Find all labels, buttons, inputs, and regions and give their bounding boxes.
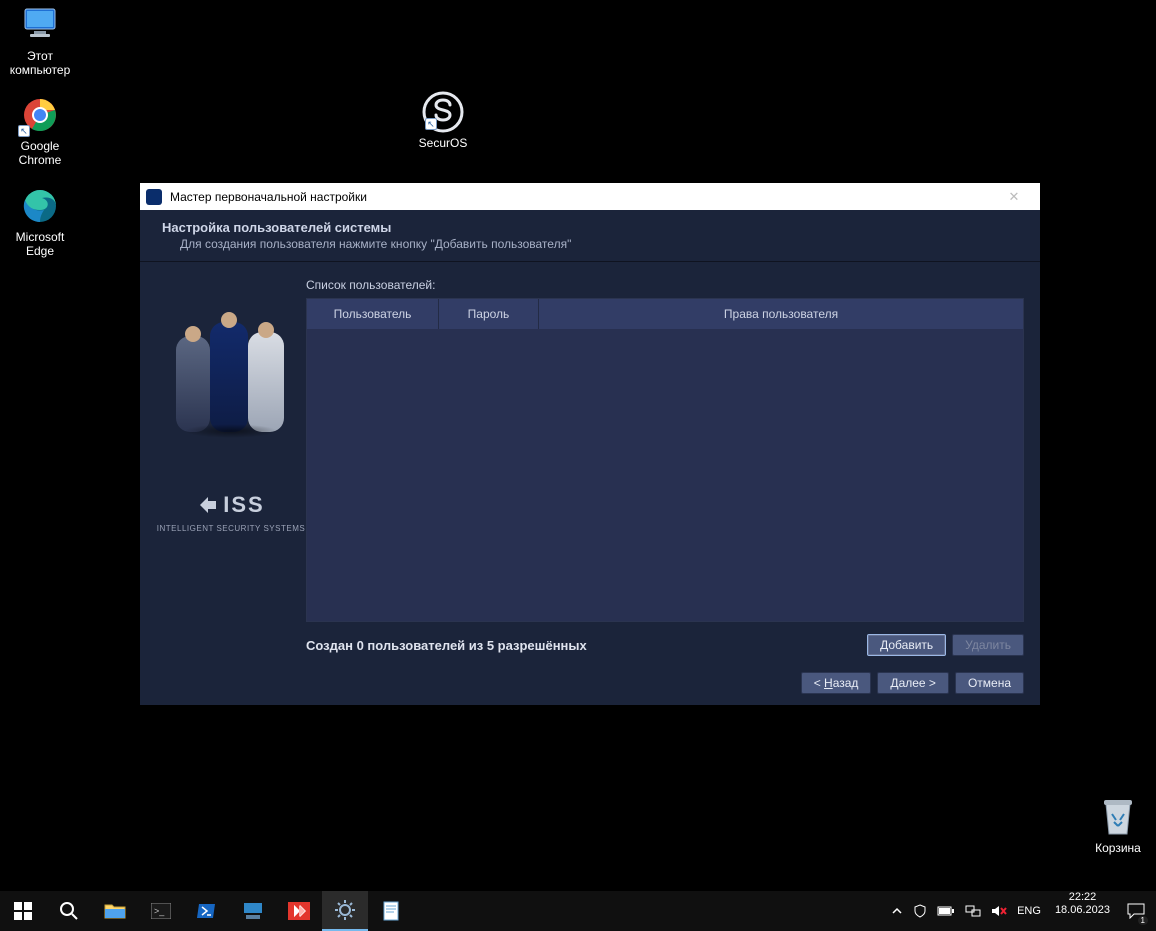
taskbar-app-powershell[interactable]	[184, 891, 230, 931]
button-label: Удалить	[965, 638, 1011, 652]
clock-time: 22:22	[1055, 891, 1110, 904]
taskbar-clock[interactable]: 22:22 18.06.2023	[1049, 891, 1116, 931]
taskbar: >_	[0, 891, 1156, 931]
search-button[interactable]	[46, 891, 92, 931]
action-center-button[interactable]: 1	[1116, 891, 1156, 931]
tray-language-indicator[interactable]: ENG	[1017, 905, 1041, 917]
recycle-bin-icon	[1096, 795, 1140, 839]
back-button[interactable]: < Назад	[801, 672, 872, 694]
desktop-icon-label: Google Chrome	[2, 139, 78, 167]
tray-network-icon[interactable]	[965, 904, 981, 918]
button-label: Добавить	[880, 638, 933, 652]
window-title: Мастер первоначальной настройки	[170, 190, 994, 204]
brand-text: ISS	[223, 492, 264, 518]
search-icon	[59, 901, 79, 921]
start-button[interactable]	[0, 891, 46, 931]
tray-security-icon[interactable]	[913, 904, 927, 918]
desktop-icon-label: Microsoft Edge	[2, 230, 78, 258]
user-table: Пользователь Пароль Права пользователя	[306, 298, 1024, 622]
terminal-icon: >_	[151, 903, 171, 919]
next-button[interactable]: Далее >	[877, 672, 949, 694]
column-header-rights[interactable]: Права пользователя	[539, 299, 1023, 329]
gear-icon	[335, 900, 355, 920]
people-illustration	[176, 302, 286, 432]
wizard-side-panel: ISS INTELLIGENT SECURITY SYSTEMS	[156, 278, 306, 656]
clock-date: 18.06.2023	[1055, 904, 1110, 917]
wizard-header: Настройка пользователей системы Для созд…	[140, 210, 1040, 262]
column-header-user[interactable]: Пользователь	[307, 299, 439, 329]
button-label: Отмена	[968, 676, 1011, 690]
desktop-icon-label: SecurOS	[405, 136, 481, 150]
tray-battery-icon[interactable]	[937, 905, 955, 917]
brand-logo: ISS	[197, 492, 264, 518]
edge-icon	[18, 184, 62, 228]
titlebar[interactable]: Мастер первоначальной настройки ✕	[140, 183, 1040, 210]
taskbar-app-explorer[interactable]	[92, 891, 138, 931]
notification-badge: 1	[1138, 916, 1148, 925]
table-header-row: Пользователь Пароль Права пользователя	[307, 299, 1023, 329]
shortcut-overlay-icon	[425, 118, 437, 130]
table-body-empty	[307, 329, 1023, 621]
taskbar-app-securos-wizard[interactable]	[322, 891, 368, 931]
powershell-icon	[197, 902, 217, 920]
notepad-icon	[382, 901, 400, 921]
taskbar-app-cmd[interactable]: >_	[138, 891, 184, 931]
system-tray: ENG	[883, 891, 1049, 931]
svg-text:>_: >_	[154, 906, 165, 916]
folder-icon	[104, 902, 126, 920]
wizard-footer: < Назад Далее > Отмена	[140, 662, 1040, 708]
delete-user-button: Удалить	[952, 634, 1024, 656]
taskbar-app-server-manager[interactable]	[230, 891, 276, 931]
tray-volume-muted-icon[interactable]	[991, 904, 1007, 918]
desktop-icon-this-pc[interactable]: Этот компьютер	[2, 3, 78, 77]
user-list-label: Список пользователей:	[306, 278, 1024, 292]
tray-chevron-up-icon[interactable]	[891, 905, 903, 917]
monitor-icon	[18, 3, 62, 47]
close-button[interactable]: ✕	[994, 183, 1034, 210]
anydesk-icon	[288, 902, 310, 920]
desktop-icon-chrome[interactable]: Google Chrome	[2, 93, 78, 167]
windows-icon	[14, 902, 32, 920]
close-icon: ✕	[1009, 189, 1020, 205]
desktop-icon-label: Этот компьютер	[2, 49, 78, 77]
brand-arrow-icon	[197, 494, 219, 516]
wizard-subheading: Для создания пользователя нажмите кнопку…	[180, 237, 1018, 251]
wizard-window: Мастер первоначальной настройки ✕ Настро…	[140, 183, 1040, 705]
server-manager-icon	[243, 902, 263, 920]
shortcut-overlay-icon	[18, 125, 30, 137]
column-header-password[interactable]: Пароль	[439, 299, 539, 329]
brand-tagline: INTELLIGENT SECURITY SYSTEMS	[157, 524, 305, 533]
app-icon	[146, 189, 162, 205]
users-status-text: Создан 0 пользователей из 5 разрешённых	[306, 638, 861, 653]
desktop-icon-recycle-bin[interactable]: Корзина	[1080, 795, 1156, 855]
desktop-icon-edge[interactable]: Microsoft Edge	[2, 184, 78, 258]
wizard-heading: Настройка пользователей системы	[162, 220, 1018, 235]
desktop-icon-securos[interactable]: SecurOS	[405, 90, 481, 150]
cancel-button[interactable]: Отмена	[955, 672, 1024, 694]
add-user-button[interactable]: Добавить	[867, 634, 946, 656]
taskbar-app-notepad[interactable]	[368, 891, 414, 931]
desktop-icon-label: Корзина	[1080, 841, 1156, 855]
taskbar-app-anydesk[interactable]	[276, 891, 322, 931]
